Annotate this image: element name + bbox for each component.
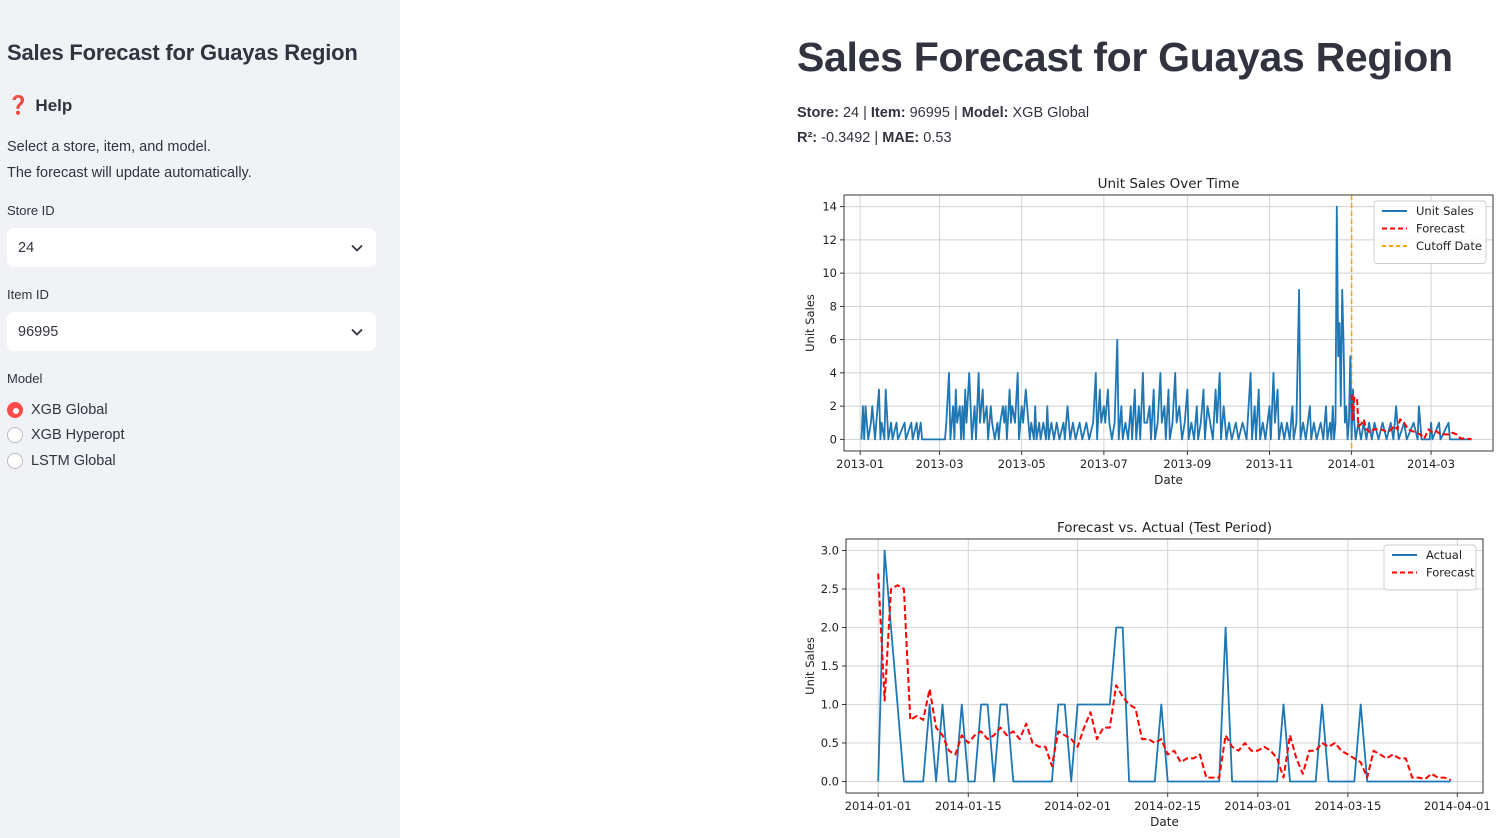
- chart-forecast-vs-actual-svg: Forecast vs. Actual (Test Period) 2014-01…: [803, 520, 1491, 829]
- x-tick-label: 2013-07: [1080, 457, 1128, 471]
- sidebar: Sales Forecast for Guayas Region ❓ Help …: [0, 0, 400, 838]
- x-tick-label: 2013-05: [998, 457, 1046, 471]
- legend-label: Forecast: [1426, 566, 1475, 580]
- y-tick-label: 14: [822, 200, 837, 214]
- x-tick-label: 2014-01-15: [935, 799, 1002, 813]
- item-key: Item:: [870, 105, 906, 121]
- radio-unselected-icon: [7, 452, 23, 469]
- legend-label: Unit Sales: [1416, 204, 1474, 218]
- sidebar-title: Sales Forecast for Guayas Region: [7, 40, 358, 65]
- r2-val: -0.3492: [821, 130, 871, 146]
- question-mark-icon: ❓: [7, 95, 30, 115]
- y-tick-label: 0.5: [821, 736, 839, 750]
- legend-label: Forecast: [1416, 222, 1465, 236]
- radio-unselected-icon: [7, 427, 23, 444]
- model-label: Model: [7, 371, 43, 386]
- x-tick-label: 2014-03-15: [1314, 799, 1381, 813]
- metrics-summary: R²: -0.3492 | MAE: 0.53: [797, 130, 952, 146]
- item-id-label: Item ID: [7, 287, 49, 302]
- legend-label: Actual: [1426, 548, 1462, 562]
- y-tick-label: 2: [830, 399, 837, 413]
- x-tick-label: 2014-02-01: [1044, 799, 1111, 813]
- y-tick-label: 4: [830, 366, 837, 380]
- item-id-select[interactable]: 96995: [7, 312, 376, 351]
- selection-summary: Store: 24 | Item: 96995 | Model: XGB Glo…: [797, 105, 1090, 121]
- y-tick-label: 6: [830, 333, 837, 347]
- model-radio-group: XGB Global XGB Hyperopt LSTM Global: [7, 397, 125, 474]
- x-tick-label: 2014-04-01: [1424, 799, 1491, 813]
- legend-label: Cutoff Date: [1416, 239, 1482, 253]
- chart-title: Forecast vs. Actual (Test Period): [1057, 520, 1272, 536]
- y-tick-label: 2.0: [821, 621, 839, 635]
- help-label: Help: [35, 95, 73, 115]
- x-tick-label: 2014-03: [1407, 457, 1455, 471]
- item-id-value: 96995: [18, 323, 59, 340]
- radio-selected-icon: [7, 401, 23, 418]
- x-tick-label: 2014-01-01: [845, 799, 912, 813]
- item-val: 96995: [909, 105, 950, 121]
- page-title: Sales Forecast for Guayas Region: [797, 34, 1453, 80]
- store-id-value: 24: [18, 239, 35, 256]
- radio-xgb-global[interactable]: XGB Global: [7, 397, 125, 423]
- store-key: Store:: [797, 105, 839, 121]
- y-tick-label: 2.5: [821, 582, 839, 596]
- x-tick-label: 2014-03-01: [1224, 799, 1291, 813]
- help-line-2: The forecast will update automatically.: [7, 165, 252, 181]
- chevron-down-icon: [350, 241, 364, 255]
- y-tick-label: 1.0: [821, 697, 839, 711]
- radio-label: LSTM Global: [31, 452, 116, 469]
- y-axis-label: Unit Sales: [803, 294, 817, 352]
- x-tick-label: 2013-09: [1163, 457, 1211, 471]
- store-id-select[interactable]: 24: [7, 228, 376, 267]
- chart-unit-sales-svg: Unit Sales Over Time 2013-01 2013-03 2013-0…: [803, 176, 1494, 487]
- y-tick-label: 0.0: [821, 774, 839, 788]
- chart-unit-sales: Unit Sales Over Time 2013-01 2013-03 2013-0…: [797, 170, 1497, 497]
- chart-forecast-vs-actual: Forecast vs. Actual (Test Period) 2014-01…: [797, 514, 1497, 838]
- model-key: Model:: [961, 105, 1009, 121]
- radio-label: XGB Global: [31, 401, 108, 418]
- y-tick-label: 3.0: [821, 544, 839, 558]
- chevron-down-icon: [350, 325, 364, 339]
- y-tick-label: 8: [830, 299, 837, 313]
- y-tick-label: 1.5: [821, 659, 839, 673]
- r2-key: R²:: [797, 130, 818, 146]
- x-tick-label: 2014-02-15: [1134, 799, 1201, 813]
- radio-lstm-global[interactable]: LSTM Global: [7, 448, 125, 474]
- help-expander[interactable]: ❓ Help: [7, 95, 72, 116]
- help-line-1: Select a store, item, and model.: [7, 139, 211, 155]
- x-tick-label: 2013-01: [836, 457, 884, 471]
- chart-title: Unit Sales Over Time: [1098, 176, 1240, 192]
- x-tick-label: 2014-01: [1328, 457, 1376, 471]
- x-axis-label: Date: [1154, 473, 1183, 487]
- radio-xgb-hyperopt[interactable]: XGB Hyperopt: [7, 423, 125, 449]
- store-id-label: Store ID: [7, 203, 55, 218]
- x-axis-label: Date: [1150, 815, 1179, 829]
- y-tick-label: 0: [830, 432, 837, 446]
- help-text: Select a store, item, and model. The for…: [7, 134, 252, 186]
- radio-label: XGB Hyperopt: [31, 427, 125, 444]
- x-tick-label: 2013-03: [916, 457, 964, 471]
- y-tick-label: 10: [822, 266, 837, 280]
- mae-key: MAE:: [882, 130, 920, 146]
- x-tick-label: 2013-11: [1245, 457, 1293, 471]
- model-val: XGB Global: [1012, 105, 1090, 121]
- store-val: 24: [842, 105, 860, 121]
- mae-val: 0.53: [923, 130, 952, 146]
- series-line-forecast: [1350, 394, 1472, 440]
- y-tick-label: 12: [822, 233, 837, 247]
- y-axis-label: Unit Sales: [803, 637, 817, 695]
